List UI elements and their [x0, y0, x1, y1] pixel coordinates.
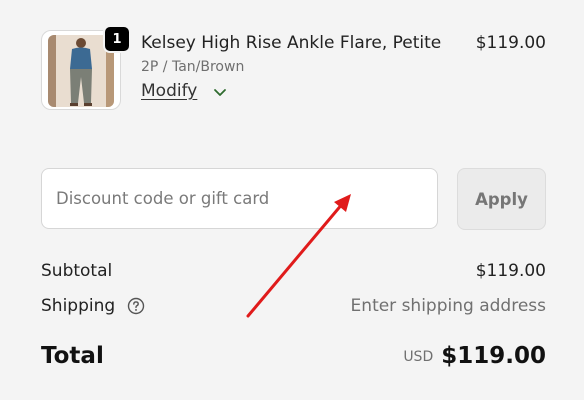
product-name: Kelsey High Rise Ankle Flare, Petite [141, 33, 442, 53]
shipping-value: Enter shipping address [350, 296, 546, 316]
chevron-down-icon[interactable] [212, 85, 228, 101]
quantity-badge: 1 [103, 25, 131, 53]
currency-code: USD [403, 349, 434, 365]
modify-link[interactable]: Modify [141, 81, 197, 101]
line-item: 1 Kelsey High Rise Ankle Flare, Petite 2… [41, 25, 546, 112]
product-variant: 2P / Tan/Brown [141, 59, 245, 75]
discount-code-input[interactable] [41, 168, 438, 229]
total-amount: USD $119.00 [403, 343, 546, 369]
shipping-label: Shipping [41, 296, 116, 316]
subtotal-label: Subtotal [41, 261, 113, 281]
apply-discount-button[interactable]: Apply [457, 168, 546, 230]
total-value: $119.00 [441, 343, 546, 369]
question-circle-icon[interactable] [127, 297, 145, 315]
product-price: $119.00 [475, 33, 546, 53]
total-label: Total [41, 343, 104, 369]
subtotal-value: $119.00 [475, 261, 546, 281]
